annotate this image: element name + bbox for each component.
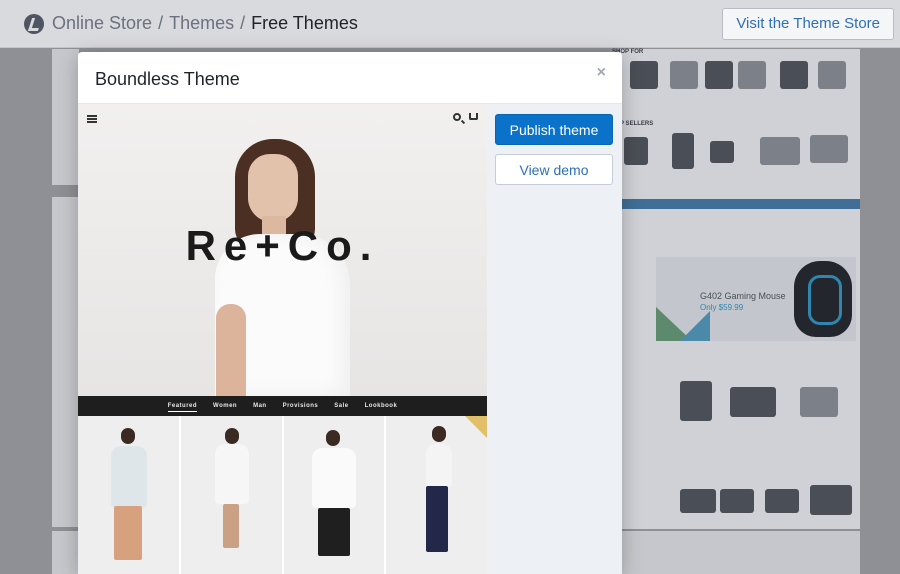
breadcrumb-separator: / — [158, 13, 164, 33]
background-theme-card — [52, 197, 79, 527]
background-nav-bar — [620, 199, 860, 209]
modal-header: Boundless Theme — [78, 52, 622, 104]
model-figure — [325, 430, 340, 446]
preview-product-grid — [78, 416, 487, 574]
background-gaming-theme-card: G402 Gaming Mouse Only $59.99 — [620, 199, 860, 529]
background-product-thumb — [800, 387, 838, 417]
background-product-thumb — [680, 381, 712, 421]
background-product-thumb — [720, 489, 754, 513]
model-figure — [214, 444, 249, 504]
top-bar: Online Store / Themes / Free Themes Visi… — [0, 0, 900, 48]
background-product-thumb — [670, 61, 698, 89]
background-product-thumb — [810, 135, 848, 163]
background-product-thumb — [810, 485, 852, 515]
model-figure — [426, 444, 453, 488]
model-figure — [222, 504, 239, 548]
model-figure — [311, 448, 356, 508]
model-figure — [121, 428, 135, 444]
preview-hero: Re+Co. — [78, 104, 487, 396]
model-figure — [248, 154, 298, 222]
theme-preview-image: Re+Co. Featured Women Man Provisions Sal… — [78, 104, 487, 574]
publish-theme-button[interactable]: Publish theme — [495, 114, 613, 145]
theme-actions-panel: Publish theme View demo — [487, 104, 622, 574]
cart-icon — [469, 113, 478, 120]
preview-nav-item: Women — [213, 403, 238, 409]
preview-nav-item: Sale — [334, 403, 349, 409]
background-product-thumb — [672, 133, 694, 169]
model-figure — [317, 508, 350, 556]
sale-corner-badge — [465, 416, 487, 438]
theme-preview-modal: Boundless Theme × Re+Co. Featured Women … — [78, 52, 622, 574]
search-icon — [453, 113, 461, 121]
preview-brand-logo: Re+Co. — [185, 222, 380, 269]
background-gaming-mouse — [794, 261, 852, 337]
page-title: Free Themes — [251, 13, 358, 33]
visit-theme-store-button[interactable]: Visit the Theme Store — [722, 8, 894, 40]
background-product-thumb — [680, 489, 716, 513]
background-product-thumb — [730, 387, 776, 417]
background-product-thumb — [624, 137, 648, 165]
preview-nav-item: Featured — [167, 401, 198, 412]
menu-icon — [87, 115, 97, 123]
preview-product-tile — [283, 416, 385, 574]
background-gaming-price: Only $59.99 — [700, 303, 744, 312]
model-figure — [426, 486, 449, 552]
breadcrumb-online-store[interactable]: Online Store — [52, 13, 152, 34]
background-top-sellers-label: P SELLERS — [620, 121, 654, 127]
preview-product-tile — [180, 416, 282, 574]
background-banner-shape — [680, 311, 710, 341]
breadcrumb-themes[interactable]: Themes — [169, 13, 234, 34]
preview-category-nav: Featured Women Man Provisions Sale Lookb… — [78, 396, 487, 416]
background-product-thumb — [780, 61, 808, 89]
preview-nav-item: Man — [253, 403, 267, 409]
background-gaming-title: G402 Gaming Mouse — [700, 291, 786, 301]
preview-product-tile — [78, 416, 179, 574]
model-figure — [111, 446, 147, 508]
background-product-thumb — [765, 489, 799, 513]
view-demo-button[interactable]: View demo — [495, 154, 613, 185]
preview-nav-item: Lookbook — [364, 403, 398, 409]
background-product-thumb — [760, 137, 800, 165]
background-product-thumb — [705, 61, 733, 89]
model-figure — [216, 304, 246, 396]
background-product-thumb — [818, 61, 846, 89]
breadcrumb-separator: / — [240, 13, 246, 33]
preview-product-tile — [386, 416, 487, 574]
model-figure — [224, 428, 239, 444]
model-figure — [114, 506, 142, 560]
background-product-thumb — [630, 61, 658, 89]
close-icon[interactable]: × — [597, 64, 606, 82]
modal-title: Boundless Theme — [95, 69, 240, 89]
background-product-thumb — [710, 141, 734, 163]
preview-nav-item: Provisions — [282, 403, 319, 409]
background-theme-card — [52, 49, 79, 185]
model-figure — [432, 426, 447, 442]
background-product-thumb — [738, 61, 766, 89]
online-store-icon — [24, 13, 44, 34]
